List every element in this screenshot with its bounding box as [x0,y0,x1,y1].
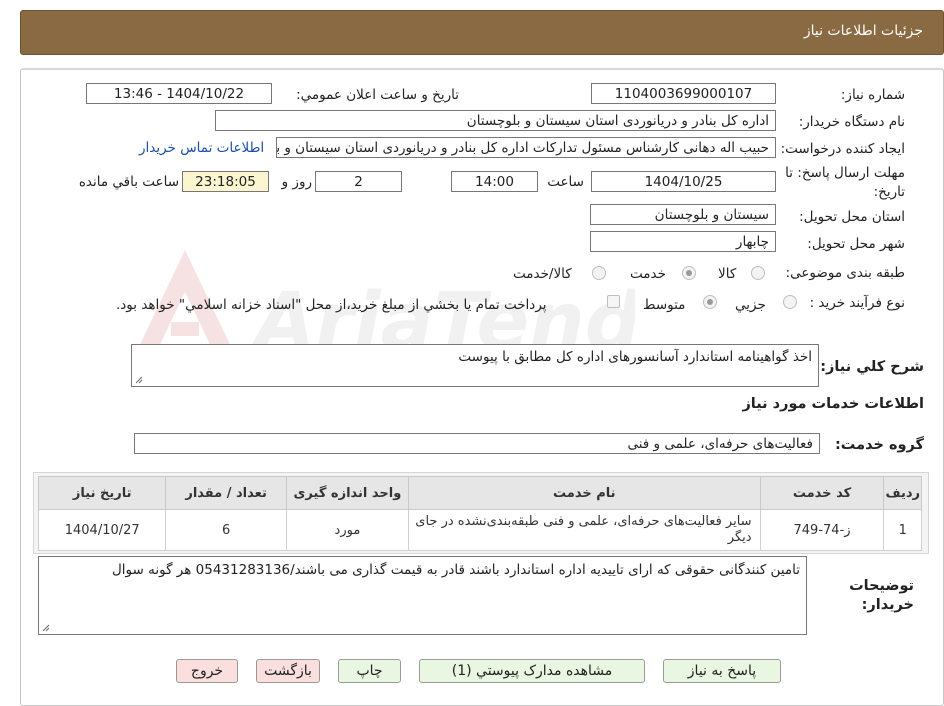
city-label: شهر محل تحويل: [807,236,905,252]
category-radio-goods[interactable] [751,266,765,280]
time-remaining-label: ساعت باقي مانده [78,174,179,190]
resize-grip-icon[interactable] [135,376,143,384]
services-table: رديف کد خدمت نام خدمت واحد اندازه گيری ت… [37,476,922,551]
deadline-time-field: 14:00 [451,171,538,192]
category-option-goods-service: کالا/خدمت [513,266,572,282]
cell-unit: مورد [285,509,410,551]
description-textarea: اخذ گواهینامه استاندارد آسانسورهای اداره… [131,344,819,387]
buyer-org-field: اداره کل بنادر و دریانوردی استان سیستان … [215,110,776,131]
process-radio-minor[interactable] [783,295,797,309]
process-option-minor: جزيي [735,297,766,313]
buyer-notes-text: تامین کنندگانی حقوقی که ارای تاییدیه ادا… [111,562,800,578]
buyer-notes-label-2: خريدار: [861,597,914,613]
category-label: طبقه بندی موضوعی: [785,265,905,281]
col-code: کد خدمت [759,476,885,510]
days-remaining-field: 2 [315,171,402,192]
city-field: چابهار [590,231,776,252]
col-unit: واحد اندازه گيری [285,476,410,510]
category-option-goods: کالا [718,266,737,282]
province-field: سیستان و بلوچستان [590,204,776,225]
days-label: روز و [281,174,312,190]
back-button[interactable]: بازگشت [256,659,320,683]
cell-name: سایر فعالیت‌های حرفه‌ای، علمی و فنی طبقه… [408,509,761,551]
category-option-service: خدمت [630,266,666,282]
process-label: نوع فرآيند خريد : [809,295,905,311]
deadline-time-label: ساعت [547,174,584,190]
description-text: اخذ گواهینامه استاندارد آسانسورهای اداره… [458,349,812,365]
view-attachments-button[interactable]: مشاهده مدارک پيوستي (1) [419,659,645,683]
table-header-row: رديف کد خدمت نام خدمت واحد اندازه گيری ت… [37,476,922,510]
description-label: شرح کلي نياز: [820,359,924,375]
process-radio-medium[interactable] [703,295,717,309]
resize-grip-icon[interactable] [42,624,50,632]
time-remaining-field: 23:18:05 [182,171,269,192]
announce-date-label: تاریخ و ساعت اعلان عمومي: [296,87,459,103]
category-radio-service[interactable] [682,266,696,280]
treasury-payment-note: پرداخت تمام يا بخشي از مبلغ خريد،از محل … [116,297,547,313]
service-group-field: فعالیت‌های حرفه‌ای، علمی و فنی [134,433,820,454]
buyer-notes-textarea: تامین کنندگانی حقوقی که ارای تاییدیه ادا… [38,556,807,635]
need-number-field: 1104003699000107 [591,83,776,104]
page-title: جزئیات اطلاعات نیاز [803,23,923,39]
requester-label: ايجاد کننده درخواست: [780,141,905,157]
buyer-org-label: نام دستگاه خريدار: [798,114,905,130]
col-date: تاريخ نياز [37,476,167,510]
category-radio-goods-service[interactable] [592,266,606,280]
print-button[interactable]: چاپ [338,659,401,683]
page-header: جزئیات اطلاعات نیاز [20,10,944,55]
requester-field: حبیب اله دهانی کارشناس مسئول تدارکات ادا… [276,137,776,158]
buyer-contact-link[interactable]: اطلاعات تماس خريدار [139,140,264,156]
cell-date: 1404/10/27 [37,509,167,551]
col-row: رديف [883,476,922,510]
deadline-label: مهلت ارسال پاسخ: تا [785,165,905,181]
services-heading: اطلاعات خدمات مورد نياز [742,396,924,412]
reply-button[interactable]: پاسخ به نياز [663,659,781,683]
col-name: نام خدمت [408,476,761,510]
deadline-label-date: تاريخ: [873,184,905,200]
deadline-date-field: 1404/10/25 [591,171,776,192]
cell-qty: 6 [165,509,287,551]
cell-code: ز-74-749 [759,509,885,551]
exit-button[interactable]: خروج [176,659,238,683]
buyer-notes-label: توضيحات [849,578,914,594]
service-group-label: گروه خدمت: [834,437,924,453]
col-qty: تعداد / مقدار [165,476,287,510]
process-option-medium: متوسط [643,297,686,313]
need-number-label: شماره نیاز: [840,87,905,103]
treasury-payment-checkbox[interactable] [607,295,620,308]
cell-row: 1 [883,509,922,551]
province-label: استان محل تحويل: [799,209,905,225]
table-row: 1 ز-74-749 سایر فعالیت‌های حرفه‌ای، علمی… [37,509,922,551]
announce-date-field: 1404/10/22 - 13:46 [86,83,272,104]
